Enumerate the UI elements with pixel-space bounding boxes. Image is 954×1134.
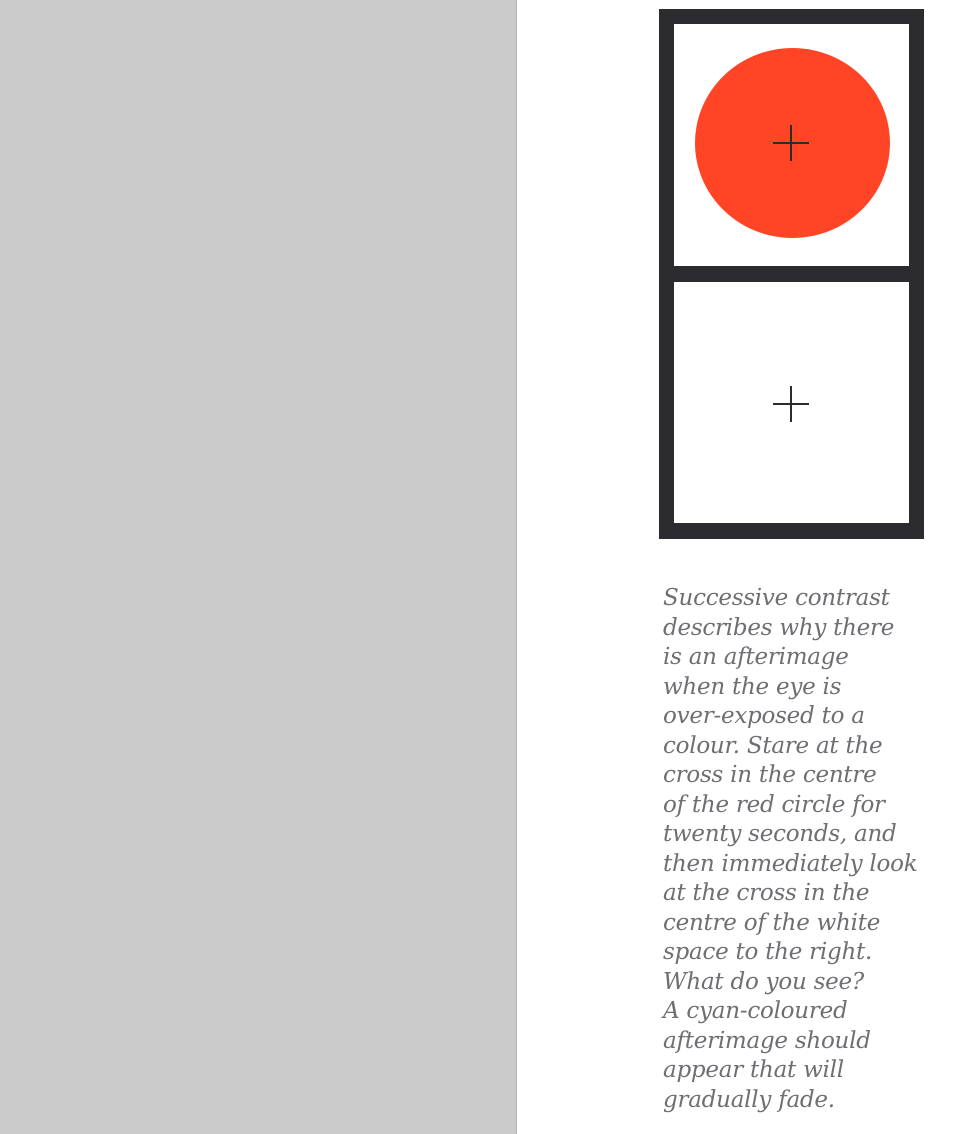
caption-line: appear that will (663, 1057, 844, 1083)
caption-line: over-exposed to a (663, 703, 865, 729)
caption-line: afterimage should (663, 1027, 871, 1054)
caption-line: centre of the white (663, 909, 881, 936)
caption-line: twenty seconds, and (663, 821, 897, 847)
caption-line: A cyan-coloured (663, 998, 848, 1024)
caption-line: What do you see? (663, 968, 864, 995)
caption-line: Successive contrast (663, 585, 890, 611)
caption-line: of the red circle for (663, 791, 885, 818)
caption-line: gradually fade. (663, 1086, 835, 1113)
caption-line: then immediately look (663, 850, 918, 877)
caption-line: is an afterimage (663, 644, 849, 670)
left-blank-panel (0, 0, 517, 1134)
caption-text: Successive contrast describes why there … (663, 584, 943, 1115)
cross-icon (773, 125, 809, 161)
cross-icon (773, 386, 809, 422)
caption-line: when the eye is (663, 673, 842, 700)
caption-line: describes why there (663, 614, 895, 641)
caption-line: cross in the centre (663, 762, 877, 788)
caption-line: space to the right. (663, 939, 873, 965)
caption-line: colour. Stare at the (663, 732, 883, 759)
caption-line: at the cross in the (663, 880, 870, 906)
